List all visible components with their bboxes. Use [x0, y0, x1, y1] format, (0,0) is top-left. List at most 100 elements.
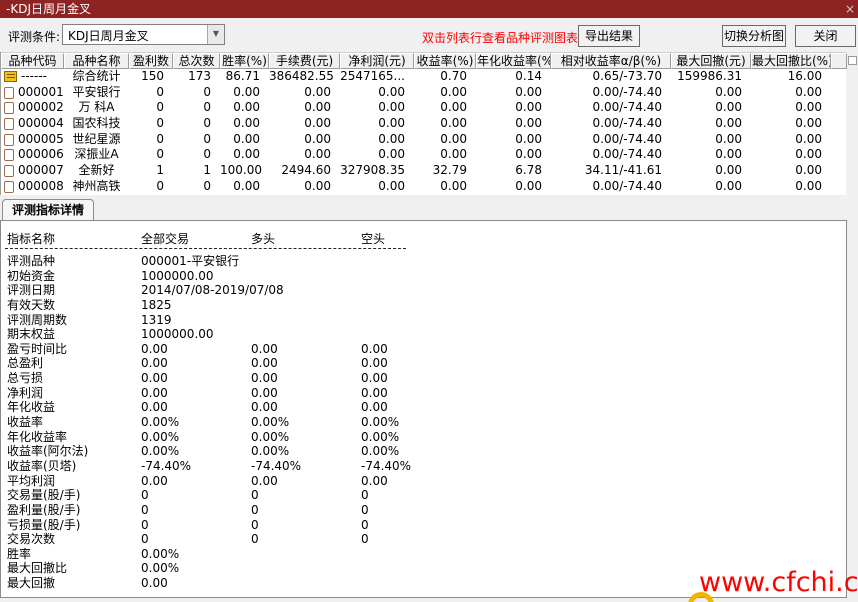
- value-cell: 0.00: [378, 116, 405, 131]
- results-table: 品种代码 品种名称 盈利数 总次数 胜率(%) 手续费(元) 净利润(元) 收益率(%) 年化收…: [0, 52, 847, 195]
- metric-value: 0.00: [361, 400, 388, 415]
- page-icon: [4, 117, 14, 130]
- value-cell: 0.00/-74.40: [592, 147, 662, 162]
- value-cell: 0.00: [795, 100, 822, 115]
- metric-value: 0.00%: [251, 415, 290, 430]
- metric-value: 0.00%: [251, 429, 290, 444]
- table-row[interactable]: 000004 国农科技 0 0 0.00 0.00 0.00 0.00 0.00 0.00/-74…: [1, 116, 846, 132]
- column-header[interactable]: 盈利数: [129, 53, 173, 69]
- detail-row: 评测品种 000001-平安银行: [1, 254, 846, 269]
- table-row[interactable]: 000002 万 科A 0 0 0.00 0.00 0.00 0.00 0.00 0.00/-74…: [1, 100, 846, 116]
- chevron-down-icon[interactable]: ▼: [207, 25, 224, 44]
- column-header[interactable]: 品种名称: [64, 53, 129, 69]
- column-header[interactable]: 净利润(元): [340, 53, 414, 69]
- symbol-name: 全新好: [78, 163, 115, 178]
- metric-label: 收益率: [7, 415, 44, 430]
- page-icon: [4, 164, 14, 177]
- metric-value: 0: [361, 502, 369, 517]
- close-icon[interactable]: ×: [843, 0, 857, 18]
- detail-row: 平均利润 0.00 0.00 0.00: [1, 474, 846, 489]
- code-cell: 000004: [1, 116, 64, 132]
- value-cell: 0.70: [440, 69, 467, 83]
- metric-label: 总亏损: [7, 371, 44, 386]
- table-row[interactable]: 000001 平安银行 0 0 0.00 0.00 0.00 0.00 0.00 0.00/-74…: [1, 85, 846, 101]
- column-header[interactable]: 手续费(元): [269, 53, 340, 69]
- divider: [5, 248, 406, 249]
- page-icon: [4, 86, 14, 99]
- metric-value: -74.40%: [361, 458, 412, 473]
- symbol-code: 000002: [18, 100, 64, 115]
- tab-evaluation-detail[interactable]: 评测指标详情: [2, 199, 95, 221]
- metric-label: 年化收益率: [7, 429, 68, 444]
- column-header[interactable]: 胜率(%): [220, 53, 269, 69]
- value-cell: 0.00: [515, 147, 542, 162]
- value-cell: 0.00: [795, 131, 822, 146]
- value-cell: 0.65/-73.70: [592, 69, 662, 83]
- condition-label: 评测条件:: [8, 30, 61, 44]
- value-cell: 0.00: [378, 147, 405, 162]
- column-header[interactable]: 收益率(%): [414, 53, 476, 69]
- value-cell: 0.00: [304, 178, 331, 193]
- value-cell: 0.00: [233, 131, 260, 146]
- symbol-code: 000006: [18, 147, 64, 162]
- metric-value: 0.00: [361, 341, 388, 356]
- detail-row: 总盈利 0.00 0.00 0.00: [1, 356, 846, 371]
- value-cell: 0.00: [515, 100, 542, 115]
- detail-row: 期末权益 1000000.00: [1, 327, 846, 342]
- metric-value: 0: [361, 517, 369, 532]
- code-cell: 000007: [1, 163, 64, 179]
- column-header[interactable]: 最大回撤(元): [671, 53, 751, 69]
- column-header[interactable]: 品种代码: [1, 53, 64, 69]
- symbol-code: ------: [21, 69, 47, 83]
- metric-value: 0.00: [141, 341, 168, 356]
- watermark: www.cfchi.com: [699, 567, 858, 598]
- metric-value: 0: [251, 532, 259, 547]
- metric-value: 0.00: [361, 473, 388, 488]
- close-button[interactable]: 关闭: [795, 25, 856, 47]
- value-cell: 386482.55: [269, 69, 334, 83]
- value-cell: 0.00: [715, 84, 742, 99]
- metric-value: 0.00: [141, 576, 168, 591]
- detail-row: 年化收益率 0.00% 0.00% 0.00%: [1, 430, 846, 445]
- column-header[interactable]: 相对收益率α/β(%): [551, 53, 671, 69]
- metric-label: 盈利量(股/手): [7, 502, 81, 517]
- metric-value: 0.00: [361, 371, 388, 386]
- value-cell: 100.00: [220, 163, 262, 178]
- metric-value: 0.00%: [361, 444, 400, 459]
- results-table-header: 品种代码 品种名称 盈利数 总次数 胜率(%) 手续费(元) 净利润(元) 收益率(%) 年化收…: [1, 52, 847, 69]
- value-cell: 0.00: [715, 116, 742, 131]
- column-header[interactable]: 年化收益率(%): [476, 53, 551, 69]
- table-row[interactable]: ------ 综合统计 150 173 86.71 386482.55 2547165...…: [1, 69, 846, 85]
- value-cell: 0: [203, 116, 211, 131]
- metric-value: 0.00: [361, 385, 388, 400]
- metric-value: 0.00%: [251, 444, 290, 459]
- table-row[interactable]: 000007 全新好 1 1 100.00 2494.60 327908.35 32.79 6.…: [1, 163, 846, 179]
- value-cell: 0.00: [795, 178, 822, 193]
- code-cell: ------: [1, 69, 64, 85]
- value-cell: 0.00: [795, 147, 822, 162]
- metric-value: 1319: [141, 312, 172, 327]
- metric-label: 期末权益: [7, 327, 56, 342]
- detail-row: 评测周期数 1319: [1, 313, 846, 328]
- value-cell: 0.00: [795, 163, 822, 178]
- export-results-button[interactable]: 导出结果: [578, 25, 640, 47]
- metric-label: 盈亏时间比: [7, 341, 68, 356]
- table-row[interactable]: 000006 深振业A 0 0 0.00 0.00 0.00 0.00 0.00 0.00/-74…: [1, 147, 846, 163]
- evaluation-window: -KDJ日周月金叉 × 评测条件: KDJ日周月金叉 ▼ 双击列表行查看品种评测…: [0, 0, 858, 602]
- metric-label: 最大回撤: [7, 576, 56, 591]
- condition-combobox[interactable]: KDJ日周月金叉 ▼: [62, 24, 225, 45]
- detail-row: 胜率 0.00%: [1, 547, 846, 562]
- value-cell: 0.00: [233, 100, 260, 115]
- column-header[interactable]: 总次数: [173, 53, 220, 69]
- metric-value: 0: [361, 532, 369, 547]
- metric-value: 0.00: [141, 356, 168, 371]
- detail-row: 总亏损 0.00 0.00 0.00: [1, 371, 846, 386]
- column-header[interactable]: 最大回撤比(%): [751, 53, 831, 69]
- metric-label: 评测日期: [7, 283, 56, 298]
- table-row[interactable]: 000005 世纪星源 0 0 0.00 0.00 0.00 0.00 0.00 0.00/-74…: [1, 132, 846, 148]
- table-row[interactable]: 000008 神州高铁 0 0 0.00 0.00 0.00 0.00 0.00 0.00/-74…: [1, 179, 846, 195]
- switch-analysis-chart-button[interactable]: 切换分析图: [722, 25, 786, 47]
- value-cell: 86.71: [225, 69, 260, 83]
- metric-label: 交易量(股/手): [7, 488, 81, 503]
- detail-rows: 评测品种 000001-平安银行 初始资金 1000000.00 评测日期 2014/07…: [1, 254, 846, 591]
